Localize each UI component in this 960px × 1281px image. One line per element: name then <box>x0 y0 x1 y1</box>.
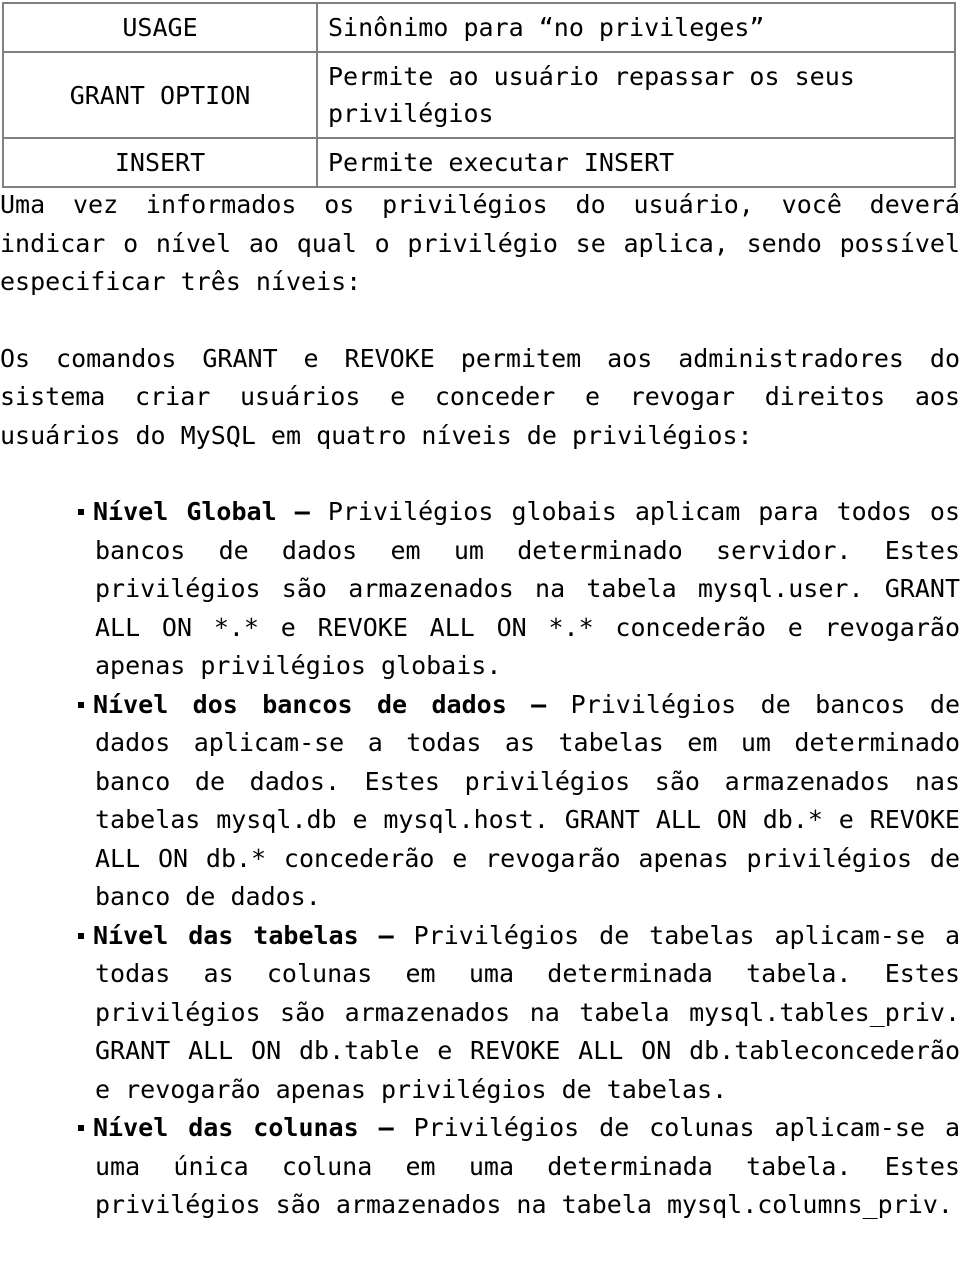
privilege-name-cell: INSERT <box>2 137 318 188</box>
list-item: Nível Global – Privilégios globais aplic… <box>0 493 960 686</box>
list-item-dash: – <box>358 1113 414 1142</box>
paragraph-levels-intro: Uma vez informados os privilégios do usu… <box>0 190 960 296</box>
list-item-label: Nível das tabelas <box>93 920 359 950</box>
list-item-dash: – <box>506 689 571 719</box>
list-item: Nível das tabelas – Privilégios de tabel… <box>0 917 960 1110</box>
bullet-square-icon <box>78 1125 84 1131</box>
list-item-text: Privilégios de bancos de dados aplicam-s… <box>95 689 960 912</box>
privilege-name-cell: GRANT OPTION <box>2 51 318 139</box>
privilege-levels-list: Nível Global – Privilégios globais aplic… <box>0 493 960 1225</box>
document-body: Uma vez informados os privilégios do usu… <box>0 186 960 1225</box>
privilege-name-cell: USAGE <box>2 2 318 53</box>
paragraph-grant-revoke-intro: Os comandos GRANT e REVOKE permitem aos … <box>0 343 960 450</box>
list-item-label: Nível dos bancos de dados <box>93 689 507 719</box>
list-item-dash: – <box>358 920 414 950</box>
list-item: Nível das colunas – Privilégios de colun… <box>0 1109 960 1225</box>
bullet-square-icon <box>78 509 84 515</box>
privilege-description-cell: Sinônimo para “no privileges” <box>316 2 956 53</box>
list-item-label: Nível Global <box>93 497 277 526</box>
bullet-square-icon <box>78 701 84 708</box>
table-row: INSERT Permite executar INSERT <box>2 137 956 188</box>
privilege-description-cell: Permite executar INSERT <box>316 137 956 188</box>
list-item-label: Nível das colunas <box>93 1113 359 1142</box>
list-item: Nível dos bancos de dados – Privilégios … <box>0 686 960 917</box>
bullet-square-icon <box>78 932 84 939</box>
privilege-description-cell: Permite ao usuário repassar os seus priv… <box>316 51 956 139</box>
table-row: USAGE Sinônimo para “no privileges” <box>2 2 956 53</box>
privileges-table: USAGE Sinônimo para “no privileges” GRAN… <box>2 2 956 188</box>
list-item-dash: – <box>276 497 328 526</box>
privileges-table-body: USAGE Sinônimo para “no privileges” GRAN… <box>2 2 956 188</box>
table-row: GRANT OPTION Permite ao usuário repassar… <box>2 51 956 139</box>
document-page: USAGE Sinônimo para “no privileges” GRAN… <box>0 0 960 1281</box>
